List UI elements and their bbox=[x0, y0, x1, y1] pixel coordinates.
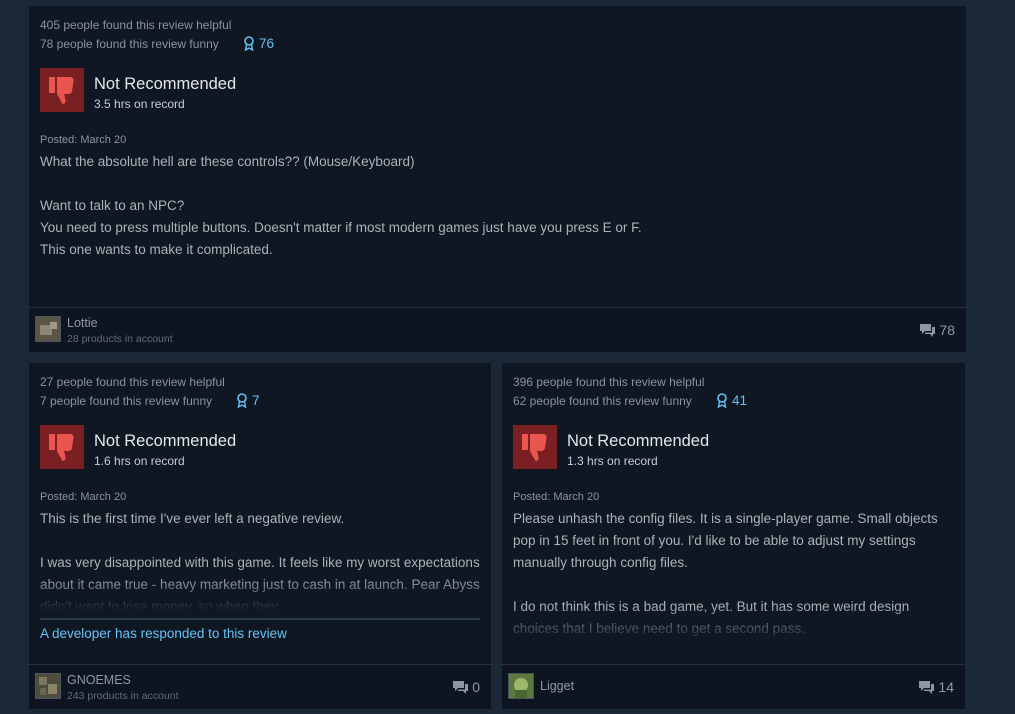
review-verdict[interactable]: Not Recommended bbox=[567, 432, 709, 451]
review-footer: Ligget 14 bbox=[502, 664, 965, 709]
award-ribbon-icon bbox=[237, 393, 247, 408]
comment-bubble-icon bbox=[453, 680, 469, 694]
review-text: This is the first time I've ever left a … bbox=[40, 508, 480, 611]
comments-button[interactable]: 78 bbox=[919, 322, 955, 338]
funny-count: 7 people found this review funny bbox=[40, 394, 213, 408]
thumbs-down-icon[interactable] bbox=[40, 425, 84, 469]
review-card: 27 people found this review helpful 7 pe… bbox=[29, 363, 491, 709]
comment-count: 14 bbox=[938, 679, 954, 695]
products-in-account: 243 products in account bbox=[67, 690, 179, 702]
funny-count: 62 people found this review funny bbox=[513, 394, 692, 408]
hours-on-record: 1.6 hrs on record bbox=[94, 454, 185, 468]
award-ribbon-icon bbox=[244, 36, 254, 51]
review-text-truncated: Please unhash the config files. It is a … bbox=[513, 508, 954, 642]
award-ribbon-icon bbox=[717, 393, 727, 408]
avatar[interactable] bbox=[508, 673, 534, 699]
avatar[interactable] bbox=[35, 316, 61, 342]
award-button[interactable]: 76 bbox=[243, 36, 274, 51]
review-footer: Lottie 28 products in account 78 bbox=[29, 307, 966, 352]
thumbs-down-icon[interactable] bbox=[513, 425, 557, 469]
review-card: 396 people found this review helpful 62 … bbox=[502, 363, 965, 709]
review-paragraph: Want to talk to an NPC? bbox=[40, 198, 185, 213]
award-button[interactable]: 7 bbox=[236, 393, 260, 408]
thumbs-down-icon[interactable] bbox=[40, 68, 84, 112]
review-paragraph: This one wants to make it complicated. bbox=[40, 242, 273, 257]
hours-on-record: 1.3 hrs on record bbox=[567, 454, 658, 468]
helpful-count: 396 people found this review helpful bbox=[513, 375, 705, 389]
review-paragraph-gap bbox=[513, 574, 954, 596]
award-count: 7 bbox=[252, 393, 260, 408]
comments-button[interactable]: 14 bbox=[918, 679, 954, 695]
review-paragraph: You need to press multiple buttons. Does… bbox=[40, 220, 642, 235]
posted-date: Posted: March 20 bbox=[40, 491, 127, 503]
user-name[interactable]: GNOEMES bbox=[67, 673, 131, 687]
comment-bubble-icon bbox=[920, 323, 936, 337]
developer-response-link[interactable]: A developer has responded to this review bbox=[40, 618, 480, 641]
helpful-count: 405 people found this review helpful bbox=[40, 18, 232, 32]
review-text-truncated: This is the first time I've ever left a … bbox=[40, 508, 480, 611]
review-verdict[interactable]: Not Recommended bbox=[94, 432, 236, 451]
funny-count: 78 people found this review funny bbox=[40, 37, 219, 51]
review-paragraph: I do not think this is a bad game, yet. … bbox=[513, 599, 910, 636]
review-text: Please unhash the config files. It is a … bbox=[513, 508, 954, 640]
posted-date: Posted: March 20 bbox=[513, 491, 600, 503]
review-text: What the absolute hell are these control… bbox=[40, 151, 955, 261]
award-button[interactable]: 41 bbox=[716, 393, 747, 408]
user-name[interactable]: Ligget bbox=[540, 679, 574, 693]
award-count: 76 bbox=[259, 36, 275, 51]
award-count: 41 bbox=[732, 393, 748, 408]
review-card: 405 people found this review helpful 78 … bbox=[29, 6, 966, 352]
products-in-account: 28 products in account bbox=[67, 333, 173, 345]
comment-bubble-icon bbox=[919, 680, 935, 694]
review-paragraph-gap bbox=[40, 173, 955, 195]
review-paragraph: This is the first time I've ever left a … bbox=[40, 511, 345, 526]
comment-count: 78 bbox=[939, 322, 955, 338]
comments-button[interactable]: 0 bbox=[452, 679, 480, 695]
comment-count: 0 bbox=[472, 679, 480, 695]
review-verdict[interactable]: Not Recommended bbox=[94, 75, 236, 94]
review-paragraph: I was very disappointed with this game. … bbox=[40, 555, 480, 611]
review-paragraph: What the absolute hell are these control… bbox=[40, 154, 415, 169]
review-paragraph: Please unhash the config files. It is a … bbox=[513, 511, 938, 570]
review-paragraph-gap bbox=[40, 530, 480, 552]
posted-date: Posted: March 20 bbox=[40, 134, 127, 146]
user-name[interactable]: Lottie bbox=[67, 316, 98, 330]
review-footer: GNOEMES 243 products in account 0 bbox=[29, 664, 491, 709]
avatar[interactable] bbox=[35, 673, 61, 699]
hours-on-record: 3.5 hrs on record bbox=[94, 97, 185, 111]
helpful-count: 27 people found this review helpful bbox=[40, 375, 225, 389]
